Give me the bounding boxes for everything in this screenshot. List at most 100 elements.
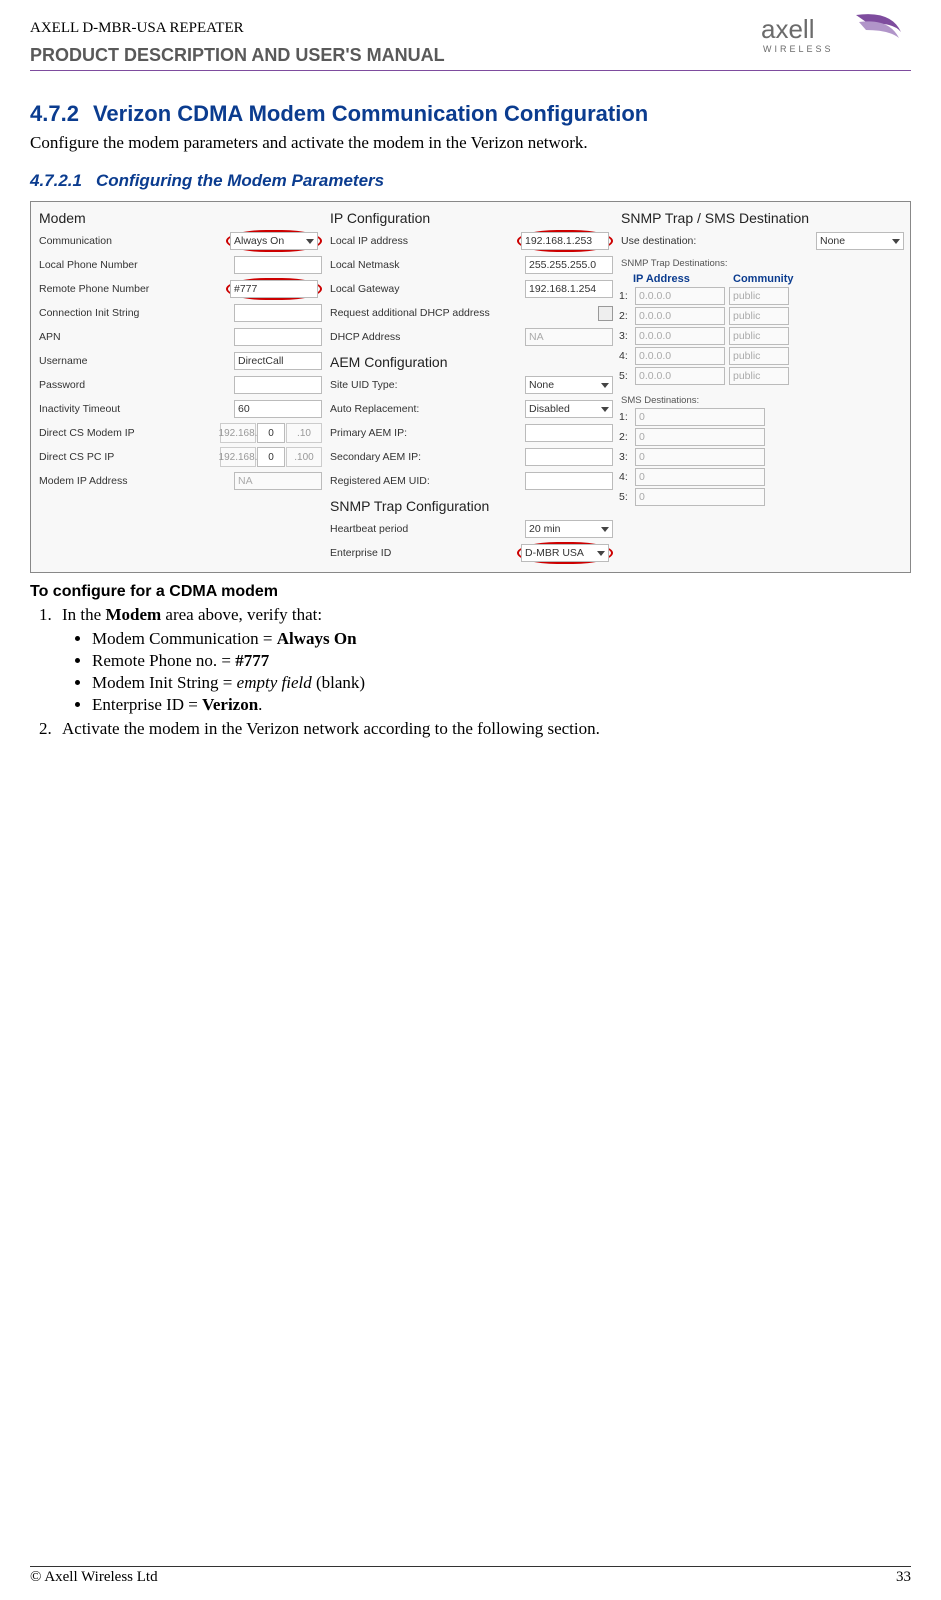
modem-panel: Modem Communication Always On Local Phon… <box>37 208 322 566</box>
dhcp-addr-label: DHCP Address <box>328 331 525 343</box>
local-ip-label: Local IP address <box>328 235 517 247</box>
local-ip-circled: 192.168.1.253 <box>517 230 613 252</box>
subsection-number: 4.7.2.1 <box>30 171 82 190</box>
sms-n: 5: <box>619 491 631 503</box>
trap-dest-label: SNMP Trap Destinations: <box>621 258 904 269</box>
step1-pre: In the <box>62 605 105 624</box>
bullet-2: Remote Phone no. = #777 <box>92 651 911 671</box>
page-footer: © Axell Wireless Ltd 33 <box>30 1566 911 1586</box>
instruction-steps: In the Modem area above, verify that: Mo… <box>30 605 911 739</box>
step1-bullets: Modem Communication = Always On Remote P… <box>62 629 911 715</box>
trap-ip-input[interactable]: 0.0.0.0 <box>635 307 725 325</box>
b4-bold: Verizon <box>202 695 258 714</box>
req-dhcp-checkbox[interactable] <box>598 306 613 321</box>
communication-select[interactable]: Always On <box>230 232 318 250</box>
section-title: Verizon CDMA Modem Communication Configu… <box>93 101 648 126</box>
sms-input[interactable]: 0 <box>635 448 765 466</box>
trap-ip-input[interactable]: 0.0.0.0 <box>635 327 725 345</box>
trap-ip-input[interactable]: 0.0.0.0 <box>635 367 725 385</box>
remote-phone-input[interactable]: #777 <box>230 280 318 298</box>
aem-config-title: AEM Configuration <box>330 354 613 370</box>
sms-input[interactable]: 0 <box>635 408 765 426</box>
b4-post: . <box>258 695 262 714</box>
step-1: In the Modem area above, verify that: Mo… <box>56 605 911 715</box>
local-phone-label: Local Phone Number <box>37 259 234 271</box>
sms-dest-label: SMS Destinations: <box>621 395 904 406</box>
trap-com-input[interactable]: public <box>729 367 789 385</box>
enterprise-select[interactable]: D-MBR USA <box>521 544 609 562</box>
trap-com-input[interactable]: public <box>729 347 789 365</box>
trap-ip-input[interactable]: 0.0.0.0 <box>635 347 725 365</box>
netmask-input[interactable]: 255.255.255.0 <box>525 256 613 274</box>
apn-input[interactable] <box>234 328 322 346</box>
auto-repl-select[interactable]: Disabled <box>525 400 613 418</box>
enterprise-circled: D-MBR USA <box>517 542 613 564</box>
trap-row: 4:0.0.0.0public <box>619 347 904 365</box>
sms-n: 2: <box>619 431 631 443</box>
site-uid-select[interactable]: None <box>525 376 613 394</box>
b3-post: (blank) <box>312 673 365 692</box>
trap-n: 2: <box>619 310 631 322</box>
trap-com-input[interactable]: public <box>729 327 789 345</box>
communication-circled: Always On <box>226 230 322 252</box>
gateway-input[interactable]: 192.168.1.254 <box>525 280 613 298</box>
ip-seg-a: 192.168. <box>220 423 256 443</box>
section-intro: Configure the modem parameters and activ… <box>30 133 911 153</box>
apn-label: APN <box>37 331 234 343</box>
dest-panel: SNMP Trap / SMS Destination Use destinat… <box>619 208 904 566</box>
reg-uid-label: Registered AEM UID: <box>328 475 525 487</box>
password-input[interactable] <box>234 376 322 394</box>
section-number: 4.7.2 <box>30 101 79 126</box>
trap-ip-input[interactable]: 0.0.0.0 <box>635 287 725 305</box>
reg-uid-input[interactable] <box>525 472 613 490</box>
trap-col-ip: IP Address <box>633 273 723 285</box>
trap-col-community: Community <box>733 273 794 285</box>
sms-n: 1: <box>619 411 631 423</box>
ip-seg-c: .10 <box>286 423 322 443</box>
bullet-3: Modem Init String = empty field (blank) <box>92 673 911 693</box>
b4-pre: Enterprise ID = <box>92 695 202 714</box>
trap-n: 1: <box>619 290 631 302</box>
b3-em: empty field <box>237 673 312 692</box>
modem-ip-input: NA <box>234 472 322 490</box>
footer-page-number: 33 <box>896 1569 911 1586</box>
sms-input[interactable]: 0 <box>635 488 765 506</box>
subsection-heading: 4.7.2.1 Configuring the Modem Parameters <box>30 171 911 191</box>
bullet-1: Modem Communication = Always On <box>92 629 911 649</box>
primary-aem-input[interactable] <box>525 424 613 442</box>
ip-seg-c2: .100 <box>286 447 322 467</box>
username-input[interactable]: DirectCall <box>234 352 322 370</box>
step-2: Activate the modem in the Verizon networ… <box>56 719 911 739</box>
ip-seg-b[interactable]: 0 <box>257 423 285 443</box>
heartbeat-select[interactable]: 20 min <box>525 520 613 538</box>
conn-init-input[interactable] <box>234 304 322 322</box>
communication-label: Communication <box>37 235 226 247</box>
sms-input[interactable]: 0 <box>635 468 765 486</box>
b1-pre: Modem Communication = <box>92 629 277 648</box>
sms-row: 3:0 <box>619 448 904 466</box>
direct-cs-modem-ip[interactable]: 192.168. 0 .10 <box>220 423 322 443</box>
direct-cs-pc-label: Direct CS PC IP <box>37 451 220 463</box>
local-phone-input[interactable] <box>234 256 322 274</box>
secondary-aem-input[interactable] <box>525 448 613 466</box>
direct-cs-pc-ip[interactable]: 192.168. 0 .100 <box>220 447 322 467</box>
trap-com-input[interactable]: public <box>729 307 789 325</box>
secondary-aem-label: Secondary AEM IP: <box>328 451 525 463</box>
dest-title: SNMP Trap / SMS Destination <box>621 210 904 226</box>
subsection-title: Configuring the Modem Parameters <box>96 171 384 190</box>
password-label: Password <box>37 379 234 391</box>
step1-post: area above, verify that: <box>161 605 322 624</box>
ip-seg-b2[interactable]: 0 <box>257 447 285 467</box>
trap-com-input[interactable]: public <box>729 287 789 305</box>
conn-init-label: Connection Init String <box>37 307 234 319</box>
trap-row: 1: 0.0.0.0public <box>619 287 904 305</box>
sms-row: 2: 0 <box>619 428 904 446</box>
use-dest-select[interactable]: None <box>816 232 904 250</box>
logo-text-bottom: WIRELESS <box>763 44 834 54</box>
inactivity-input[interactable]: 60 <box>234 400 322 418</box>
local-ip-input[interactable]: 192.168.1.253 <box>521 232 609 250</box>
netmask-label: Local Netmask <box>328 259 525 271</box>
sms-row: 1: 0 <box>619 408 904 426</box>
bullet-4: Enterprise ID = Verizon. <box>92 695 911 715</box>
sms-input[interactable]: 0 <box>635 428 765 446</box>
